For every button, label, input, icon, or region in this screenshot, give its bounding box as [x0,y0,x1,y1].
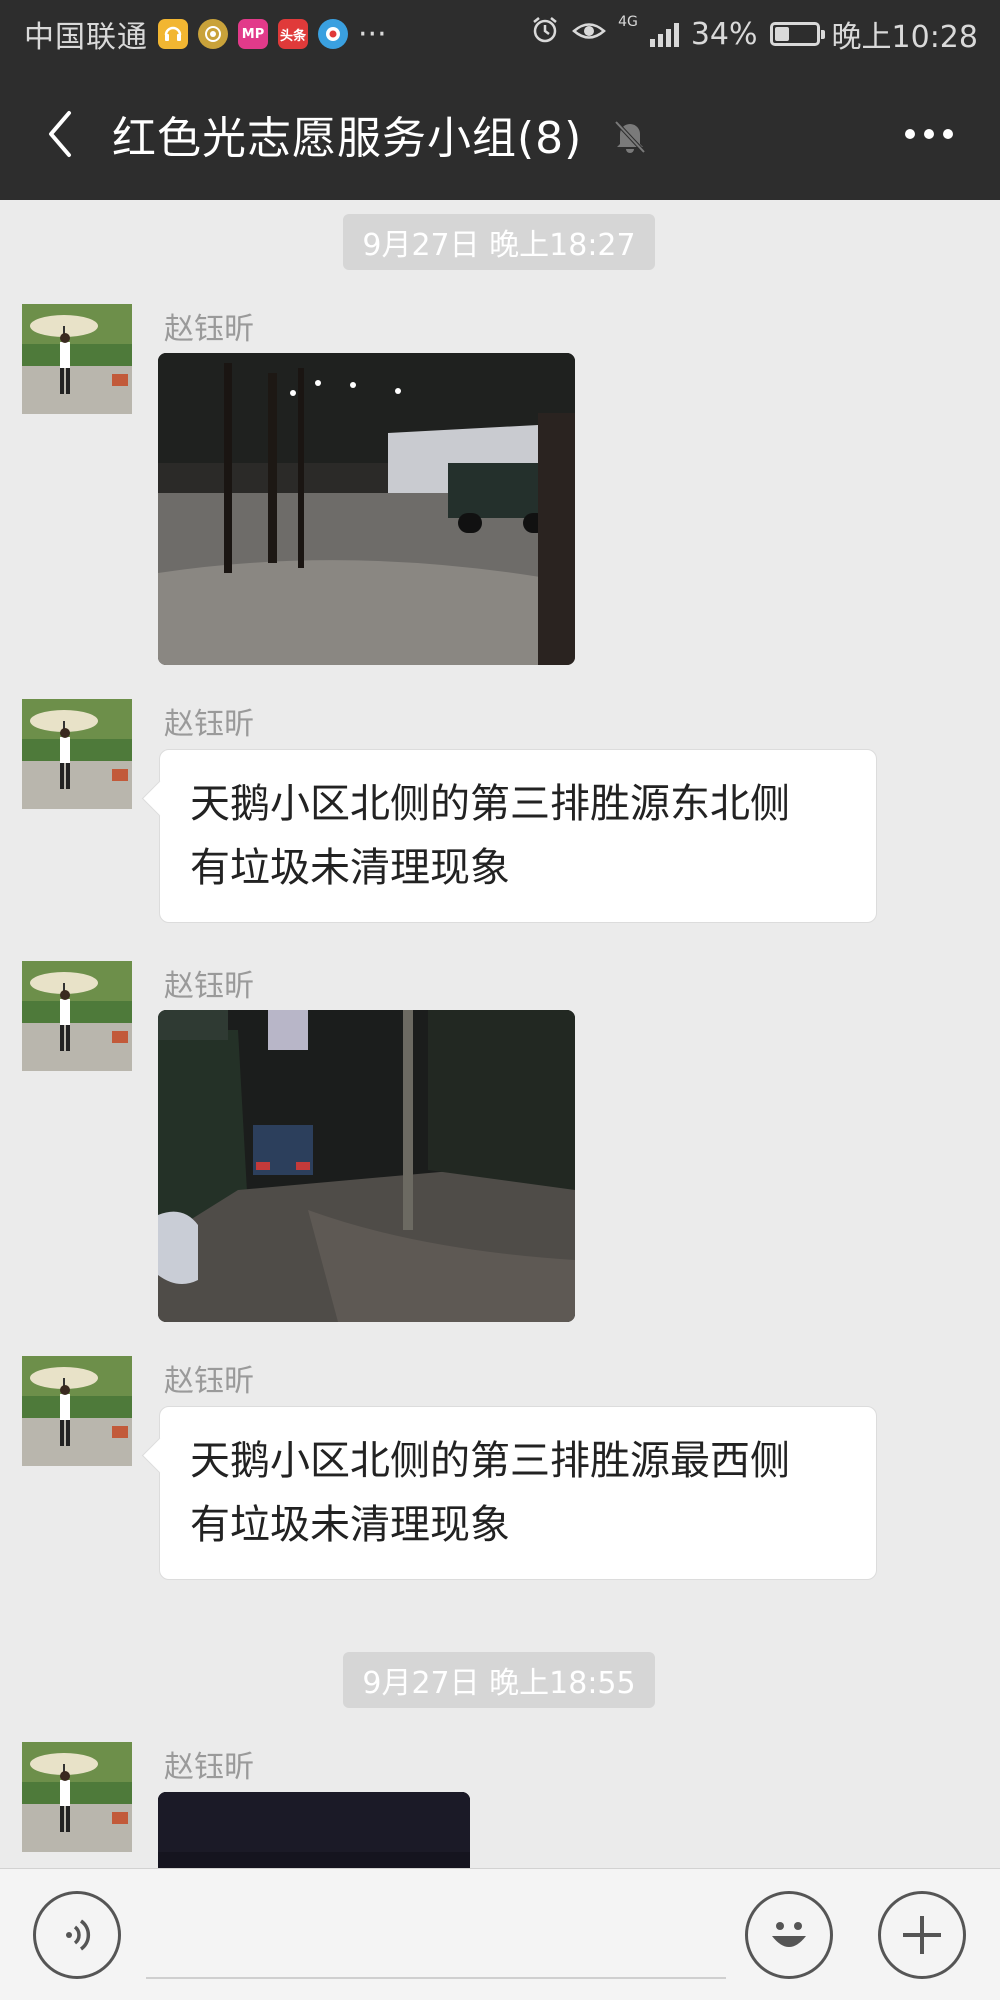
browser-app-icon [318,19,348,49]
emoji-icon [772,1922,806,1947]
carrier-label: 中国联通 [24,20,148,55]
avatar[interactable] [22,961,132,1071]
toutiao-app-icon: 头条 [278,19,308,49]
more-dot [905,129,915,139]
text-message-bubble[interactable]: 天鹅小区北侧的第三排胜源最西侧 有垃圾未清理现象 [159,1406,877,1580]
signal-strength-icon [649,21,679,47]
plus-button[interactable] [878,1891,966,1979]
group-title: 红色光志愿服务小组(8) [112,113,583,164]
chat-header: 红色光志愿服务小组(8) [0,68,1000,200]
mp-app-label: MP [241,26,265,42]
sender-name: 赵钰昕 [164,1750,254,1785]
eye-comfort-icon [572,17,606,52]
dark-photo [158,1792,470,1868]
battery-icon [769,22,825,46]
avatar-photo [22,1356,132,1466]
message-input[interactable] [146,1895,726,1979]
more-notifications-indicator: ··· [358,16,387,52]
avatar[interactable] [22,1742,132,1852]
message-line: 有垃圾未清理现象 [190,845,510,891]
battery-percent: 34% [690,16,758,52]
headset-app-icon [158,19,188,49]
voice-icon [66,1919,91,1951]
status-right: 4G 34% 晚上10:28 [530,0,978,68]
message-line: 天鹅小区北侧的第三排胜源最西侧 [190,1438,790,1484]
avatar-photo [22,304,132,414]
plus-icon [903,1916,941,1954]
avatar-photo [22,961,132,1071]
timestamp: 9月27日 晚上18:27 [343,214,655,270]
sender-name: 赵钰昕 [164,1364,254,1399]
status-left: 中国联通 MP 头条 ··· [24,0,387,68]
network-type-label: 4G [618,14,638,30]
photo-message[interactable] [158,1010,575,1322]
text-message-bubble[interactable]: 天鹅小区北侧的第三排胜源东北侧 有垃圾未清理现象 [159,749,877,923]
timestamp: 9月27日 晚上18:55 [343,1652,655,1708]
bell-muted-icon [614,120,646,154]
photo-message[interactable] [158,353,575,665]
mp-app-icon: MP [238,19,268,49]
input-bar [0,1868,1000,2000]
message-line: 天鹅小区北侧的第三排胜源东北侧 [190,781,790,827]
gold-coin-app-icon [198,19,228,49]
night-street-photo [158,353,575,665]
more-dot [943,129,953,139]
avatar-photo [22,1742,132,1852]
avatar[interactable] [22,699,132,809]
chevron-left-icon [49,111,71,157]
battery-fill [774,27,789,41]
alarm-icon [530,15,560,53]
photo-message[interactable] [158,1792,470,1868]
message-line: 有垃圾未清理现象 [190,1502,510,1548]
avatar[interactable] [22,304,132,414]
clock: 晚上10:28 [831,20,978,55]
voice-button[interactable] [33,1891,121,1979]
more-dot [924,129,934,139]
sender-name: 赵钰昕 [164,969,254,1004]
sender-name: 赵钰昕 [164,312,254,347]
toutiao-app-label: 头条 [279,28,306,44]
avatar-photo [22,699,132,809]
back-button[interactable] [30,102,90,166]
emoji-button[interactable] [745,1891,833,1979]
night-alley-photo [158,1010,575,1322]
chat-area[interactable]: 9月27日 晚上18:27 赵钰昕 赵钰昕 天鹅小区北侧的第三排胜源东北侧 有垃… [0,200,1000,1868]
sender-name: 赵钰昕 [164,707,254,742]
status-bar: 中国联通 MP 头条 ··· 4G 34% 晚上10:28 [0,0,1000,68]
more-options-button[interactable] [894,108,964,160]
avatar[interactable] [22,1356,132,1466]
